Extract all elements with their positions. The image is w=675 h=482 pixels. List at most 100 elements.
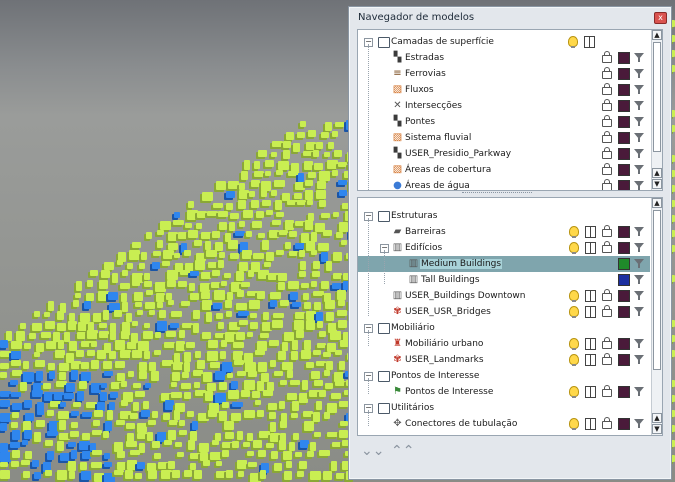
- scroll-up-button[interactable]: ▲: [652, 413, 662, 423]
- filter-icon[interactable]: [634, 85, 644, 94]
- layer-row[interactable]: ▚ USER_Presidio_Parkway: [358, 146, 650, 162]
- filter-icon[interactable]: [634, 243, 644, 252]
- filter-icon[interactable]: [634, 307, 644, 316]
- visibility-bulb-icon[interactable]: [569, 338, 579, 350]
- filter-icon[interactable]: [634, 117, 644, 126]
- visibility-bulb-icon[interactable]: [569, 226, 579, 238]
- layer-row[interactable]: ▧ Fluxos: [358, 82, 650, 98]
- properties-book-icon[interactable]: [585, 386, 596, 398]
- filter-icon[interactable]: [634, 133, 644, 142]
- structure-row[interactable]: ✾ USER_Landmarks: [358, 352, 650, 368]
- pane-splitter[interactable]: [357, 190, 663, 196]
- tree-group[interactable]: − Mobiliário: [358, 320, 650, 336]
- lock-icon[interactable]: [602, 225, 612, 237]
- filter-icon[interactable]: [634, 53, 644, 62]
- structure-row[interactable]: ▥ Tall Buildings: [358, 272, 650, 288]
- filter-icon[interactable]: [634, 275, 644, 284]
- visibility-bulb-icon[interactable]: [569, 386, 579, 398]
- style-swatch[interactable]: [618, 116, 630, 128]
- style-swatch[interactable]: [618, 164, 630, 176]
- lock-icon[interactable]: [602, 67, 612, 79]
- lock-icon[interactable]: [602, 51, 612, 63]
- layer-row[interactable]: ▚ Estradas: [358, 50, 650, 66]
- lock-icon[interactable]: [602, 83, 612, 95]
- scroll-thumb[interactable]: [653, 210, 661, 370]
- style-swatch[interactable]: [618, 100, 630, 112]
- layer-row[interactable]: ▚ Pontes: [358, 114, 650, 130]
- vertical-scrollbar[interactable]: ▲ ▲ ▼: [651, 198, 662, 435]
- layer-row[interactable]: ✕ Intersecções: [358, 98, 650, 114]
- visibility-bulb-icon[interactable]: [569, 242, 579, 254]
- filter-icon[interactable]: [634, 259, 644, 268]
- scroll-thumb[interactable]: [653, 42, 661, 152]
- style-swatch[interactable]: [618, 132, 630, 144]
- properties-book-icon[interactable]: [585, 338, 596, 350]
- style-swatch[interactable]: [618, 226, 630, 238]
- style-swatch[interactable]: [618, 386, 630, 398]
- style-swatch[interactable]: [618, 418, 630, 430]
- layer-row[interactable]: ▧ Áreas de cobertura: [358, 162, 650, 178]
- vertical-scrollbar[interactable]: ▲ ▲ ▼: [651, 30, 662, 190]
- properties-book-icon[interactable]: [585, 242, 596, 254]
- filter-icon[interactable]: [634, 227, 644, 236]
- filter-icon[interactable]: [634, 387, 644, 396]
- lock-icon[interactable]: [602, 305, 612, 317]
- scroll-up-button[interactable]: ▲: [652, 30, 662, 40]
- collapse-all-button[interactable]: ⌄⌄: [361, 443, 384, 459]
- filter-icon[interactable]: [634, 101, 644, 110]
- structures-tree[interactable]: − Estruturas ▰ Barreiras − ▥ Edifícios ▥ Medium …: [357, 197, 663, 436]
- style-swatch[interactable]: [618, 274, 630, 286]
- structure-row[interactable]: ▥ Medium Buildings: [358, 256, 650, 272]
- lock-icon[interactable]: [602, 337, 612, 349]
- style-swatch[interactable]: [618, 68, 630, 80]
- filter-icon[interactable]: [634, 165, 644, 174]
- visibility-bulb-icon[interactable]: [568, 36, 578, 48]
- surface-layers-tree[interactable]: − Camadas de superfície ▚ Estradas ≡ Ferrovia…: [357, 29, 663, 191]
- structure-row[interactable]: ✥ Conectores de tubulação: [358, 416, 650, 432]
- visibility-bulb-icon[interactable]: [569, 354, 579, 366]
- structure-row[interactable]: − ▥ Edifícios: [358, 240, 650, 256]
- properties-book-icon[interactable]: [585, 226, 596, 238]
- style-swatch[interactable]: [618, 338, 630, 350]
- style-swatch[interactable]: [618, 148, 630, 160]
- panel-titlebar[interactable]: Navegador de modelos x: [349, 7, 671, 27]
- filter-icon[interactable]: [634, 339, 644, 348]
- style-swatch[interactable]: [618, 84, 630, 96]
- filter-icon[interactable]: [634, 291, 644, 300]
- layer-row[interactable]: ▧ Sistema fluvial: [358, 130, 650, 146]
- lock-icon[interactable]: [602, 289, 612, 301]
- properties-book-icon[interactable]: [585, 290, 596, 302]
- structure-row[interactable]: ♜ Mobiliário urbano: [358, 336, 650, 352]
- properties-book-icon[interactable]: [585, 306, 596, 318]
- layer-row[interactable]: ≡ Ferrovias: [358, 66, 650, 82]
- properties-book-icon[interactable]: [585, 354, 596, 366]
- properties-book-icon[interactable]: [584, 36, 595, 48]
- filter-icon[interactable]: [634, 69, 644, 78]
- style-swatch[interactable]: [618, 52, 630, 64]
- style-swatch[interactable]: [618, 306, 630, 318]
- style-swatch[interactable]: [618, 258, 630, 270]
- close-button[interactable]: x: [654, 12, 667, 24]
- lock-icon[interactable]: [602, 163, 612, 175]
- structure-row[interactable]: ⚑ Pontos de Interesse: [358, 384, 650, 400]
- scroll-up-button[interactable]: ▲: [652, 198, 662, 208]
- tree-group[interactable]: − Estruturas: [358, 208, 650, 224]
- lock-icon[interactable]: [602, 115, 612, 127]
- scroll-down-button[interactable]: ▼: [652, 179, 662, 189]
- lock-icon[interactable]: [602, 99, 612, 111]
- properties-book-icon[interactable]: [585, 418, 596, 430]
- visibility-bulb-icon[interactable]: [569, 418, 579, 430]
- lock-icon[interactable]: [602, 353, 612, 365]
- visibility-bulb-icon[interactable]: [569, 306, 579, 318]
- lock-icon[interactable]: [602, 385, 612, 397]
- tree-group-surface-layers[interactable]: − Camadas de superfície: [358, 34, 650, 50]
- scroll-up-button[interactable]: ▲: [652, 168, 662, 178]
- lock-icon[interactable]: [602, 417, 612, 429]
- lock-icon[interactable]: [602, 131, 612, 143]
- structure-row[interactable]: ▰ Barreiras: [358, 224, 650, 240]
- lock-icon[interactable]: [602, 147, 612, 159]
- scroll-down-button[interactable]: ▼: [652, 424, 662, 434]
- filter-icon[interactable]: [634, 355, 644, 364]
- tree-group[interactable]: − Utilitários: [358, 400, 650, 416]
- expand-all-button[interactable]: ⌃⌃: [391, 443, 414, 459]
